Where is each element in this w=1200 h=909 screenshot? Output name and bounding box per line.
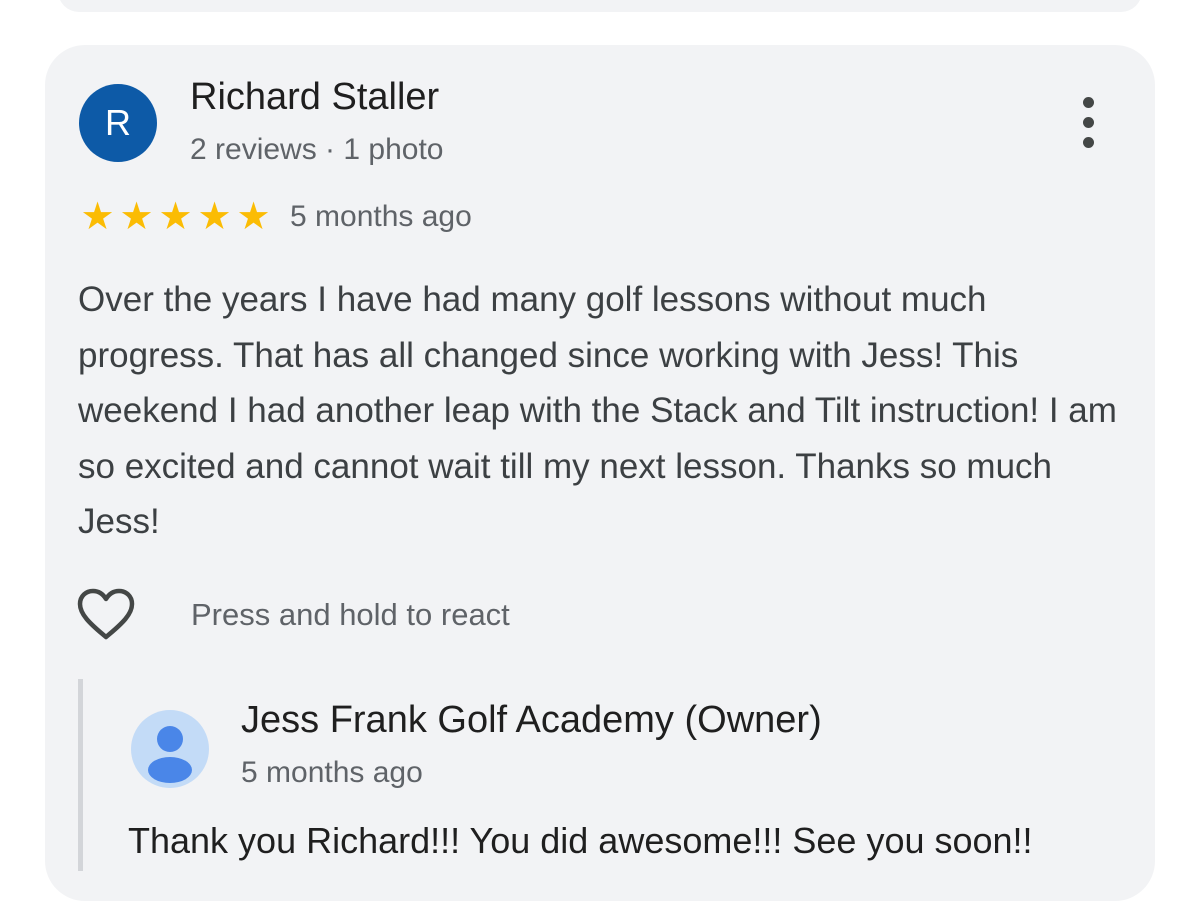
author-initial: R (105, 102, 131, 143)
review-time: 5 months ago (290, 200, 472, 233)
owner-reply-text: Thank you Richard!!! You did awesome!!! … (128, 820, 1033, 861)
star-icon: ★ (236, 196, 271, 238)
more-options-button[interactable] (1065, 95, 1113, 151)
review-text: Over the years I have had many golf less… (78, 280, 1117, 541)
owner-name: Jess Frank Golf Academy (Owner) (241, 699, 822, 741)
react-label: Press and hold to react (191, 597, 510, 632)
star-icon: ★ (158, 196, 193, 238)
star-icon: ★ (80, 196, 115, 238)
previous-review-card (58, 0, 1142, 12)
person-icon (148, 726, 192, 783)
owner-avatar[interactable] (131, 710, 209, 788)
react-button[interactable]: Press and hold to react (77, 585, 510, 645)
owner-reply: Jess Frank Golf Academy (Owner) 5 months… (78, 679, 1123, 871)
author-meta: 2 reviews · 1 photo (190, 133, 444, 166)
author-name[interactable]: Richard Staller (190, 76, 439, 119)
star-rating: ★ ★ ★ ★ ★ (78, 195, 273, 239)
review-card: R Richard Staller 2 reviews · 1 photo ★ ★… (45, 45, 1155, 901)
owner-reply-time: 5 months ago (241, 756, 423, 789)
author-avatar[interactable]: R (79, 84, 157, 162)
heart-outline-icon (77, 588, 135, 640)
star-icon: ★ (197, 196, 232, 238)
star-icon: ★ (119, 196, 154, 238)
